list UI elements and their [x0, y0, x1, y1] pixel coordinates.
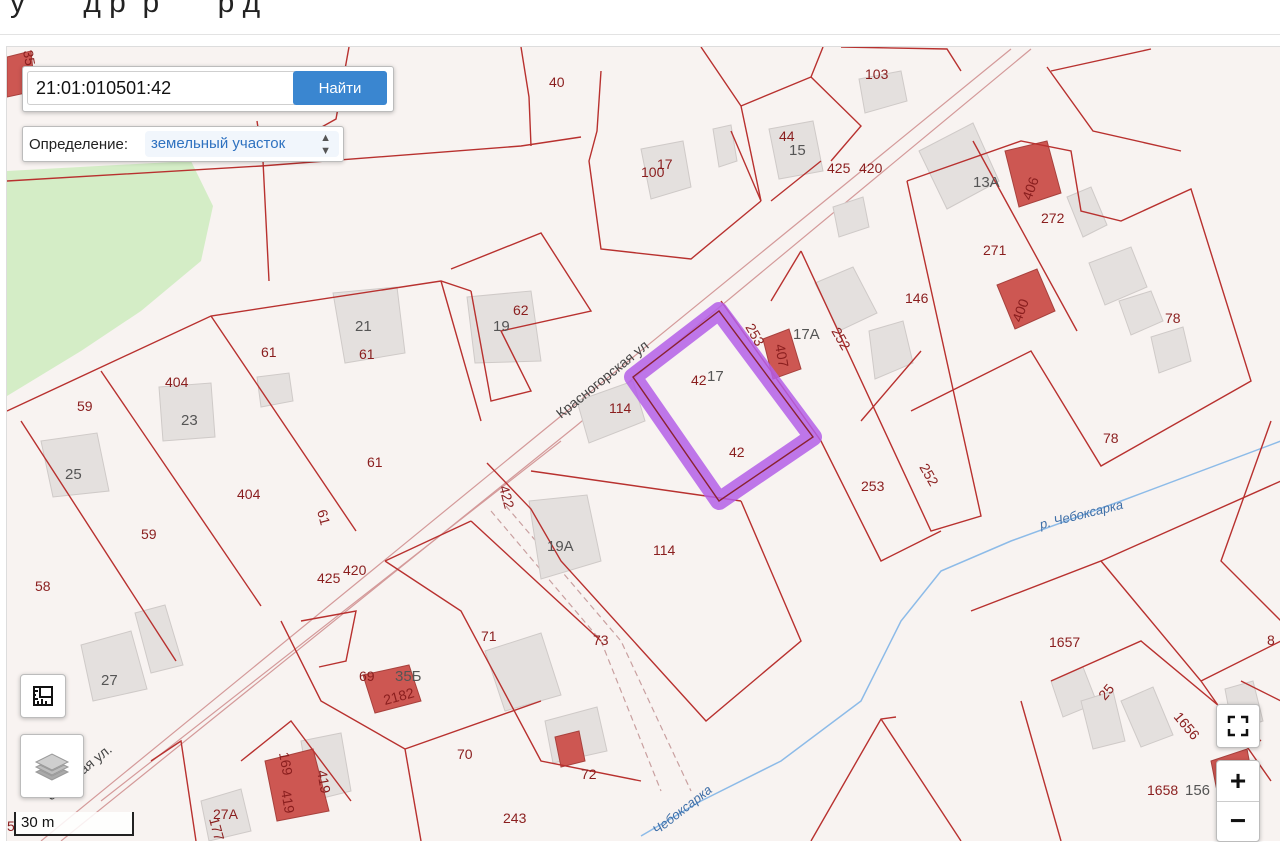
parcel-number-label: 61	[359, 346, 375, 362]
definition-label: Определение:	[29, 136, 129, 153]
parcel-number-label: 62	[513, 302, 529, 318]
parcel-number-label: 61	[367, 454, 383, 470]
parcel-number-label: 59	[77, 398, 93, 414]
layers-icon	[34, 753, 70, 781]
parcel-number-label: 114	[653, 542, 676, 558]
parcel-number-label: 61	[314, 508, 334, 527]
parcel-number-label: 253	[861, 478, 885, 494]
definition-select[interactable]: земельный участок ▲ ▼	[145, 131, 339, 157]
parcel-number-label: 42	[691, 372, 707, 388]
parcel-number-label: 69	[359, 668, 375, 684]
parcel-number-label: 13А	[973, 174, 1000, 191]
zoom-out-button[interactable]: −	[1217, 802, 1259, 840]
parcel-number-label: 404	[165, 374, 189, 390]
parcel-number-label: 19	[493, 318, 510, 335]
fullscreen-icon	[1227, 715, 1249, 737]
parcel-number-label: 1656	[1171, 709, 1203, 743]
parcel-number-label: 425	[827, 160, 851, 176]
parcel-number-label: 78	[1165, 310, 1181, 326]
parcel-number-label: 72	[581, 766, 597, 782]
parcel-number-label: 252	[828, 325, 854, 353]
parcel-number-label: 35Б	[395, 668, 422, 685]
ruler-icon	[33, 686, 53, 706]
scale-label: 30 m	[21, 814, 55, 831]
buildings	[40, 70, 1264, 841]
measure-button[interactable]	[20, 674, 66, 718]
parcel-number-label: 404	[237, 486, 261, 502]
parcel-number-label: 1657	[1049, 634, 1080, 650]
definition-selected-value: земельный участок	[151, 135, 286, 152]
parcel-number-label: 252	[916, 461, 942, 489]
parcel-number-label: 17	[707, 368, 724, 385]
layers-button[interactable]	[20, 734, 84, 798]
parcel-number-label: 71	[481, 628, 497, 644]
parcel-number-label: 25	[65, 466, 82, 483]
parcel-number-label: 243	[503, 810, 527, 826]
parcel-number-label: 42	[729, 444, 745, 460]
map-canvas[interactable]: Красногорская ул огорская ул. р. Чебокса…	[7, 47, 1280, 841]
parcel-number-label: 156	[1185, 782, 1210, 799]
zoom-control: + −	[1216, 760, 1260, 842]
river-label-2: Чебоксарка	[650, 782, 715, 837]
parcel-number-label: 422	[496, 484, 518, 511]
parcel-labels: 40 103 17 100 44 15 425 420 13А 406 272 …	[7, 49, 1275, 841]
parcel-number-label: 70	[457, 746, 473, 762]
parcel-number-label: 40	[549, 74, 565, 90]
parcel-number-label: 420	[859, 160, 883, 176]
river-label-1: р. Чебоксарка	[1037, 497, 1124, 532]
parcel-number-label: 21	[355, 318, 372, 335]
parcel-number-label: 78	[1103, 430, 1119, 446]
cadastral-map[interactable]: Красногорская ул огорская ул. р. Чебокса…	[6, 46, 1280, 841]
scale-bar: 30 m	[14, 812, 134, 836]
select-arrows-icon: ▲ ▼	[320, 132, 331, 157]
parcel-number-label: 23	[181, 412, 198, 429]
parcel-number-label: 8	[1267, 632, 1275, 648]
parcel-number-label: 73	[593, 632, 609, 648]
parcel-number-label: 61	[261, 344, 277, 360]
parcel-number-label: 15	[789, 142, 806, 159]
parcel-number-label: 17А	[793, 326, 820, 343]
parcel-number-label: 59	[141, 526, 157, 542]
definition-panel: Определение: земельный участок ▲ ▼	[22, 126, 344, 162]
parcel-number-label: 100	[641, 164, 665, 180]
parcel-number-label: 1658	[1147, 782, 1178, 798]
cadastral-number-input[interactable]	[27, 71, 297, 105]
page-header: у ⁠ ⁠ ⁠ ⁠ ⁠ ⁠ ⁠д ⁠р ⁠ ⁠р ⁠ ⁠ ⁠ ⁠ ⁠ ⁠ ⁠р …	[0, 0, 1280, 35]
parcel-number-label: 103	[865, 66, 889, 82]
parcel-number-label: 272	[1041, 210, 1065, 226]
search-panel: Найти	[22, 66, 394, 112]
parcel-number-label: 58	[35, 578, 51, 594]
zoom-in-button[interactable]: +	[1217, 761, 1259, 802]
parcel-number-label: 420	[343, 562, 367, 578]
find-button[interactable]: Найти	[293, 71, 387, 105]
parcel-number-label: 271	[983, 242, 1007, 258]
fullscreen-button[interactable]	[1216, 704, 1260, 748]
parcel-number-label: 425	[317, 570, 341, 586]
parcel-number-label: 114	[609, 400, 632, 416]
park-area	[7, 161, 213, 396]
page-title-fragment: у ⁠ ⁠ ⁠ ⁠ ⁠ ⁠ ⁠д ⁠р ⁠ ⁠р ⁠ ⁠ ⁠ ⁠ ⁠ ⁠ ⁠р …	[10, 0, 261, 19]
parcel-number-label: 27	[101, 672, 118, 689]
parcel-number-label: 19А	[547, 538, 574, 555]
parcel-number-label: 146	[905, 290, 929, 306]
